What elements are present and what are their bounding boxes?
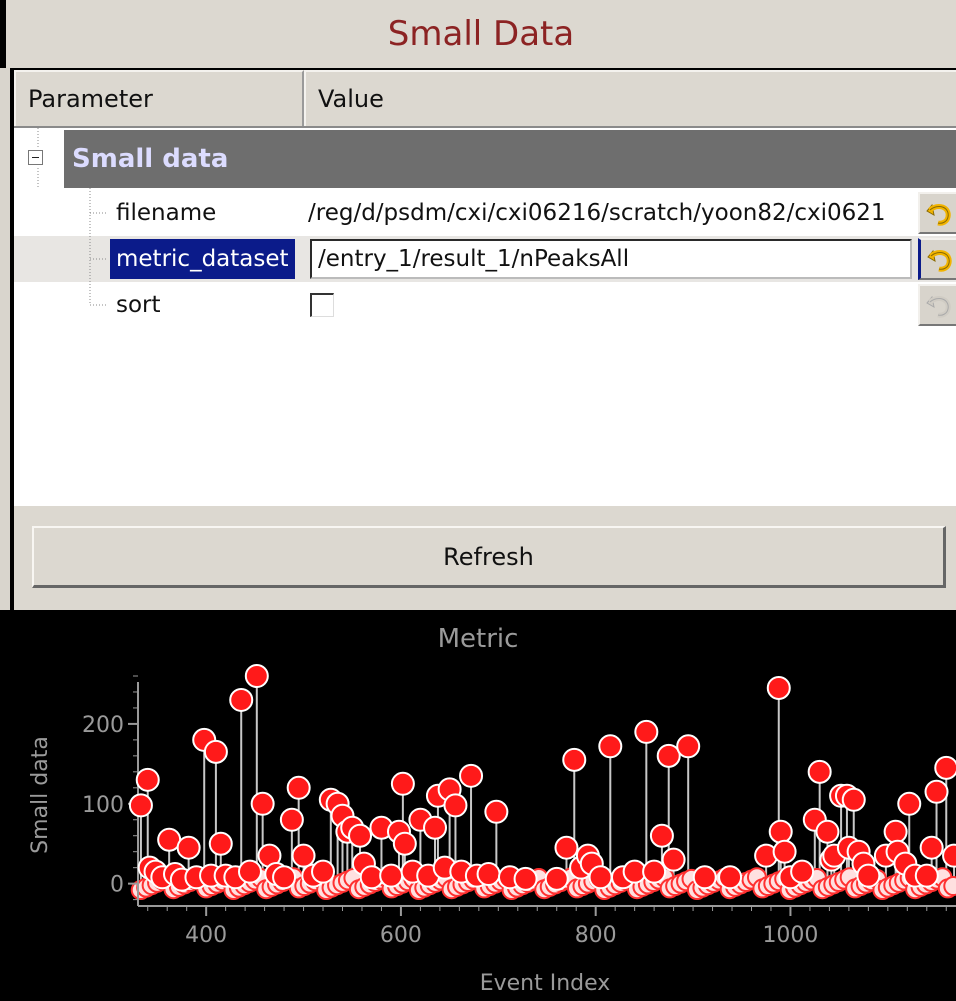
data-point (914, 863, 939, 888)
x-axis-label: Event Index (480, 971, 611, 996)
data-point (856, 863, 881, 888)
refresh-button[interactable]: Refresh (32, 526, 946, 588)
data-point (924, 779, 949, 804)
data-point (390, 771, 415, 796)
parameter-tree[interactable]: Parameter Value Small data filename /reg… (10, 68, 956, 506)
data-point (476, 862, 501, 887)
panel-title: Small Data (0, 0, 956, 68)
data-point (208, 831, 233, 856)
x-tick-label: 400 (185, 923, 227, 948)
param-name-sort: sort (116, 292, 161, 318)
undo-arrow-icon (926, 295, 951, 318)
data-point (897, 791, 922, 816)
data-point (244, 663, 269, 688)
data-point (766, 675, 791, 700)
data-point (443, 793, 468, 818)
y-axis-label: Small data (28, 736, 53, 854)
data-point (484, 799, 509, 824)
tree-header: Parameter Value (14, 70, 956, 128)
undo-arrow-icon (926, 249, 952, 272)
data-point (423, 815, 448, 840)
data-point (291, 843, 316, 868)
baseline-point (943, 876, 956, 897)
undo-arrow-icon (926, 203, 951, 226)
data-point (942, 843, 956, 868)
data-point (642, 859, 667, 884)
header-parameter[interactable]: Parameter (14, 70, 304, 126)
data-point (544, 866, 569, 891)
data-point (286, 775, 311, 800)
chart-canvas[interactable]: 0 100 200 400 600 800 1000 Event Index (0, 610, 956, 1001)
y-tick-label: 200 (82, 713, 124, 738)
data-point (229, 687, 254, 712)
header-value-label: Value (318, 85, 384, 113)
data-point (692, 865, 717, 890)
data-point (554, 835, 579, 860)
data-point (768, 819, 793, 844)
param-row-sort[interactable]: sort (14, 282, 956, 328)
group-label: Small data (64, 130, 237, 188)
data-point (128, 793, 153, 818)
data-point (279, 807, 304, 832)
data-point (311, 859, 336, 884)
data-point (772, 839, 797, 864)
param-row-filename[interactable]: filename /reg/d/psdm/cxi/cxi06216/scratc… (14, 190, 956, 236)
param-row-metric-dataset[interactable]: metric_dataset /entry_1/result_1/nPeaksA… (14, 236, 956, 282)
data-point (807, 759, 832, 784)
y-tick-label: 100 (82, 793, 124, 818)
data-point (562, 747, 587, 772)
data-point (588, 865, 613, 890)
collapse-toggle-icon[interactable] (28, 150, 43, 165)
data-point (513, 866, 538, 891)
data-point (135, 767, 160, 792)
metric-plot[interactable]: Metric 0 100 200 400 600 800 1000 Event Index (0, 610, 956, 1001)
data-point (718, 865, 743, 890)
reset-sort-button[interactable] (918, 284, 956, 326)
data-point (661, 847, 686, 872)
reset-metric-dataset-button[interactable] (918, 238, 956, 280)
data-point (934, 755, 956, 780)
data-point (634, 719, 659, 744)
data-point (649, 823, 674, 848)
data-point (379, 863, 404, 888)
data-point (815, 819, 840, 844)
data-point (237, 859, 262, 884)
param-name-filename: filename (116, 200, 217, 226)
group-small-data[interactable]: Small data (14, 130, 956, 188)
header-parameter-label: Parameter (28, 85, 153, 113)
param-value-filename[interactable]: /reg/d/psdm/cxi/cxi06216/scratch/yoon82/… (308, 190, 912, 236)
data-point (348, 823, 373, 848)
refresh-area: Refresh (10, 506, 956, 610)
data-point (841, 787, 866, 812)
panel-title-text: Small Data (387, 14, 575, 54)
data-point (392, 831, 417, 856)
data-point (676, 734, 701, 759)
x-tick-label: 800 (575, 923, 617, 948)
data-point (919, 835, 944, 860)
data-point (176, 835, 201, 860)
reset-filename-button[interactable] (918, 192, 956, 234)
data-point (598, 734, 623, 759)
data-point (459, 763, 484, 788)
x-tick-label: 1000 (762, 923, 818, 948)
y-tick-label: 0 (110, 873, 124, 898)
metric-dataset-input[interactable]: /entry_1/result_1/nPeaksAll (310, 239, 912, 279)
header-value[interactable]: Value (304, 70, 956, 126)
data-point (250, 791, 275, 816)
data-point (883, 819, 908, 844)
data-point (790, 859, 815, 884)
sort-checkbox[interactable] (310, 293, 334, 317)
data-point (272, 865, 297, 890)
x-tick-label: 600 (380, 923, 422, 948)
data-point (203, 739, 228, 764)
param-name-metric-dataset: metric_dataset (110, 239, 295, 279)
